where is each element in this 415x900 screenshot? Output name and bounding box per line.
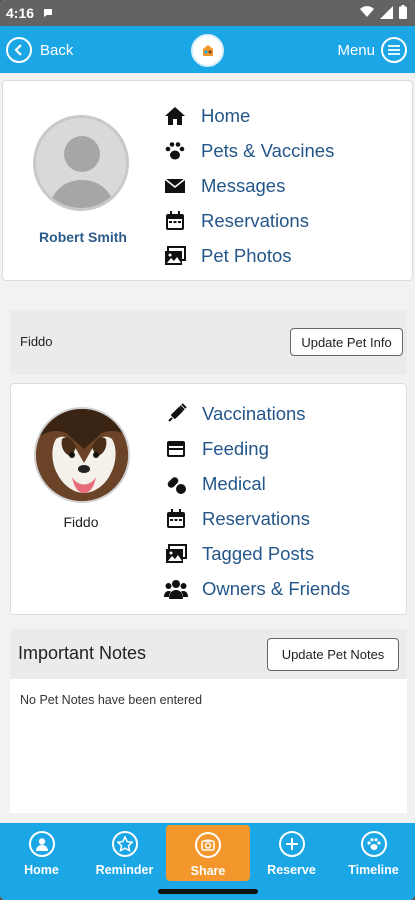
tab-home[interactable]: Home — [0, 823, 83, 886]
nav-item-reservations[interactable]: Reservations — [163, 203, 334, 238]
nav-label: Reservations — [202, 507, 310, 529]
main-content[interactable]: Robert Smith Home Pets & Vaccines Messag… — [0, 73, 415, 823]
notes-header: Important Notes Update Pet Notes — [10, 629, 407, 679]
back-button[interactable]: Back — [6, 35, 73, 65]
chat-notification-icon — [42, 6, 54, 22]
pet-nav-item-tagged-posts[interactable]: Tagged Posts — [164, 536, 350, 571]
nav-label: Pet Photos — [201, 244, 292, 266]
nav-item-home[interactable]: Home — [163, 98, 334, 133]
paw-circle-icon — [360, 831, 387, 857]
logo-icon — [198, 41, 217, 60]
tab-label: Timeline — [348, 863, 399, 877]
pet-name: Fiddo — [20, 334, 53, 349]
tab-label: Reserve — [267, 863, 316, 877]
user-circle-icon — [28, 831, 55, 857]
nav-label: Home — [201, 104, 251, 126]
home-icon — [163, 104, 187, 128]
avatar-placeholder-icon — [33, 115, 129, 211]
pet-nav-item-owners-friends[interactable]: Owners & Friends — [164, 571, 350, 606]
pet-card: Fiddo Vaccinations Feeding Medical Reser… — [10, 383, 407, 615]
notes-title: Important Notes — [18, 643, 147, 663]
envelope-icon — [163, 174, 187, 198]
update-pet-notes-button[interactable]: Update Pet Notes — [267, 638, 399, 671]
nav-label: Vaccinations — [202, 402, 306, 424]
photos-icon — [163, 244, 187, 268]
menu-button[interactable]: Menu — [337, 35, 407, 65]
signal-icon — [380, 5, 393, 19]
pills-icon — [164, 472, 188, 496]
gesture-bar — [0, 886, 415, 900]
profile-card: Robert Smith Home Pets & Vaccines Messag… — [2, 80, 413, 281]
calendar-icon — [164, 507, 188, 531]
photos-icon — [164, 542, 188, 566]
back-label: Back — [40, 41, 74, 59]
tab-reminder[interactable]: Reminder — [83, 823, 166, 886]
app-logo[interactable] — [191, 34, 224, 67]
pet-nav-item-vaccinations[interactable]: Vaccinations — [164, 396, 350, 431]
tab-share[interactable]: Share — [166, 825, 250, 881]
calendar-icon — [163, 209, 187, 233]
pet-nav-item-medical[interactable]: Medical — [164, 466, 350, 501]
pet-header: Fiddo Update Pet Info — [10, 310, 407, 375]
pet-photo[interactable] — [34, 407, 130, 503]
battery-icon — [399, 5, 407, 19]
nav-label: Owners & Friends — [202, 577, 351, 599]
nav-label: Pets & Vaccines — [201, 139, 335, 161]
nav-label: Medical — [202, 472, 266, 494]
plus-circle-icon — [278, 831, 305, 857]
phone-screen: 4:16 Back Menu Robert Smith Home Pets & … — [0, 0, 415, 900]
pet-nav: Vaccinations Feeding Medical Reservation… — [164, 396, 350, 606]
wifi-icon — [360, 6, 374, 18]
notes-body: No Pet Notes have been entered — [10, 679, 407, 813]
star-icon — [111, 831, 138, 857]
status-time: 4:16 — [6, 5, 35, 21]
nav-label: Feeding — [202, 437, 269, 459]
status-bar: 4:16 — [0, 0, 415, 26]
paw-icon — [163, 139, 187, 163]
pet-photo-name: Fiddo — [63, 514, 99, 530]
users-icon — [164, 577, 188, 601]
pet-nav-item-feeding[interactable]: Feeding — [164, 431, 350, 466]
syringe-icon — [164, 402, 188, 426]
nav-label: Reservations — [201, 209, 309, 231]
tab-timeline[interactable]: Timeline — [332, 823, 415, 886]
bottom-tab-bar: Home Reminder Share Reserve Timeline — [0, 823, 415, 886]
hamburger-icon — [381, 37, 407, 63]
nav-item-pet-photos[interactable]: Pet Photos — [163, 238, 334, 273]
pet-nav-item-reservations[interactable]: Reservations — [164, 501, 350, 536]
owner-name[interactable]: Robert Smith — [13, 229, 153, 245]
tab-label: Reminder — [95, 863, 154, 877]
app-header: Back Menu — [0, 26, 415, 73]
nav-label: Tagged Posts — [202, 542, 315, 564]
home-indicator[interactable] — [158, 889, 258, 894]
chevron-left-icon — [6, 37, 32, 63]
main-nav: Home Pets & Vaccines Messages Reservatio… — [163, 98, 334, 273]
update-pet-info-button[interactable]: Update Pet Info — [290, 328, 403, 356]
food-bowl-icon — [164, 437, 188, 461]
tab-reserve[interactable]: Reserve — [250, 823, 333, 886]
camera-icon — [195, 832, 221, 858]
nav-label: Messages — [201, 174, 286, 196]
tab-label: Share — [190, 864, 226, 878]
tab-label: Home — [24, 863, 59, 877]
system-icons — [360, 5, 407, 19]
menu-label: Menu — [337, 41, 375, 59]
notes-empty-text: No Pet Notes have been entered — [20, 693, 203, 707]
nav-item-messages[interactable]: Messages — [163, 168, 334, 203]
nav-item-pets-vaccines[interactable]: Pets & Vaccines — [163, 133, 334, 168]
